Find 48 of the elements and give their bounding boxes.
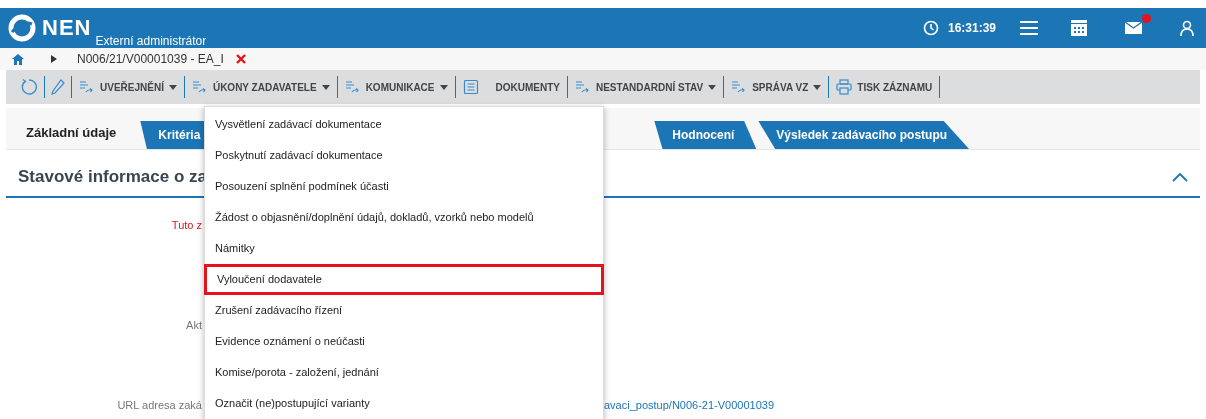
toolbar-button[interactable]: SPRÁVA VZ bbox=[724, 73, 829, 101]
caret-icon bbox=[321, 84, 330, 90]
menu-item[interactable]: Posouzení splnění podmínek účasti bbox=[205, 171, 603, 202]
caret-icon bbox=[439, 84, 448, 90]
pencil-icon[interactable] bbox=[51, 79, 65, 95]
caret-icon bbox=[813, 84, 822, 90]
menu-item[interactable]: Vyloučení dodavatele bbox=[204, 264, 604, 295]
toolbar-button[interactable]: NESTANDARDNÍ STAV bbox=[567, 73, 724, 101]
calendar-icon[interactable] bbox=[1071, 20, 1087, 36]
url-link[interactable]: avaci_postup/N006-21-V00001039 bbox=[604, 396, 775, 414]
caret-icon bbox=[168, 84, 177, 90]
field-label: URL adresa zaká bbox=[116, 397, 202, 413]
user-icon[interactable] bbox=[1180, 20, 1194, 36]
chevron-right-icon bbox=[51, 55, 57, 63]
printer-icon bbox=[836, 79, 853, 95]
toolbar-button[interactable]: KOMUNIKACE bbox=[337, 73, 455, 101]
toolbar-button[interactable]: ÚKONY ZADAVATELE bbox=[184, 73, 337, 101]
menu-item[interactable]: Žádost o objasnění/doplnění údajů, dokladů, vzorků nebo modelů bbox=[205, 202, 603, 233]
logo-text: NEN bbox=[42, 17, 92, 39]
menu-item[interactable]: Označit (ne)postupující varianty bbox=[205, 388, 603, 419]
menu-item[interactable]: Evidence oznámení o neúčasti bbox=[205, 326, 603, 357]
warning-text: Tuto z bbox=[170, 217, 202, 233]
toolbar-button[interactable]: DOKUMENTY bbox=[455, 73, 567, 101]
menu-item[interactable]: Námitky bbox=[205, 233, 603, 264]
mail-icon[interactable] bbox=[1125, 22, 1142, 34]
list-arrow-icon bbox=[191, 80, 208, 94]
toolbar-button[interactable]: TISK ZÁZNAMU bbox=[829, 73, 940, 101]
caret-icon bbox=[708, 84, 717, 90]
toolbar-button[interactable]: UVEŘEJNĚNÍ bbox=[72, 73, 184, 101]
subtitle: Externí administrátor bbox=[95, 35, 207, 47]
chevron-up-icon[interactable] bbox=[1172, 172, 1188, 182]
menu-item[interactable]: Zrušení zadávacího řízení bbox=[205, 295, 603, 326]
document-icon bbox=[462, 79, 479, 95]
list-arrow-icon bbox=[344, 80, 361, 94]
list-arrow-icon bbox=[574, 80, 591, 94]
home-icon[interactable] bbox=[12, 53, 24, 65]
clock-icon bbox=[922, 20, 939, 36]
menu-icon[interactable] bbox=[1020, 21, 1038, 35]
tab[interactable]: Výsledek zadávacího postupu bbox=[758, 121, 970, 149]
clock-time: 16:31:39 bbox=[947, 20, 996, 37]
menu-item[interactable]: Komise/porota - založení, jednání bbox=[205, 357, 603, 388]
close-icon[interactable] bbox=[235, 54, 246, 64]
list-arrow-icon bbox=[79, 80, 95, 94]
logo-icon bbox=[8, 14, 36, 42]
tab[interactable]: Hodnocení bbox=[654, 121, 757, 149]
field-label: Akt bbox=[185, 317, 202, 333]
refresh-icon[interactable] bbox=[20, 78, 38, 96]
breadcrumb-path[interactable]: N006/21/V00001039 - EA_I bbox=[77, 50, 224, 68]
